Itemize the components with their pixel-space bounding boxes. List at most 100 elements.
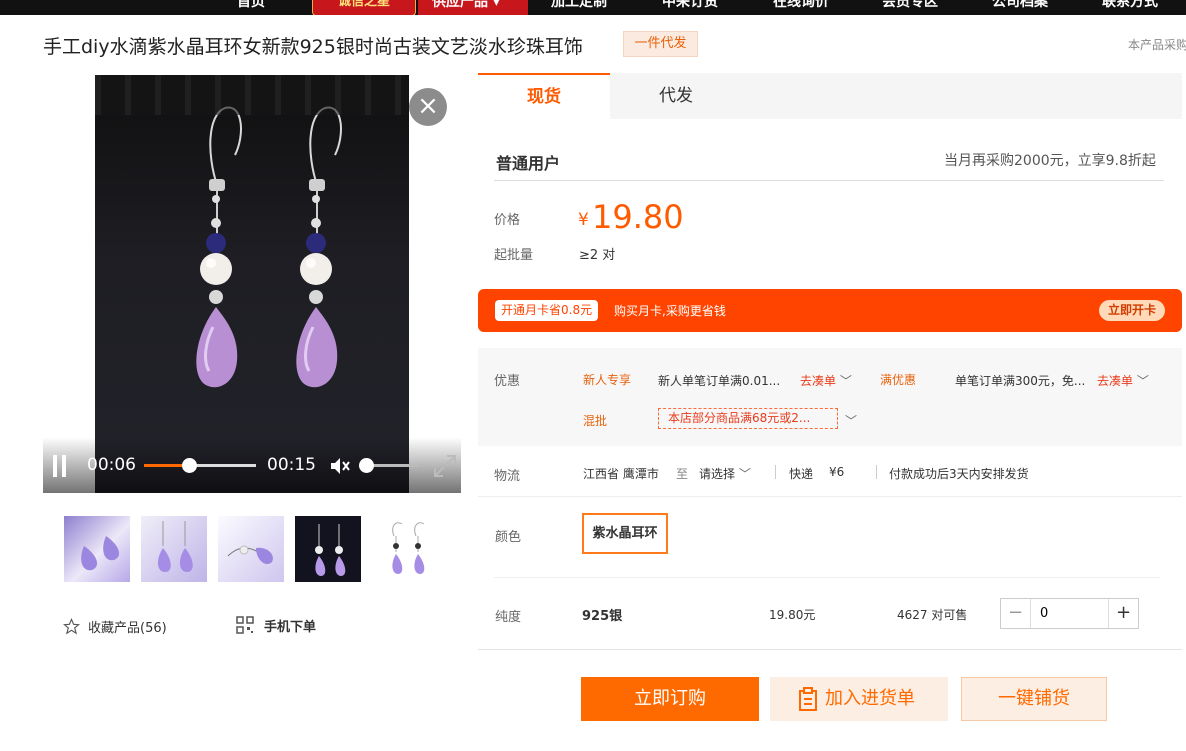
thumbnail-earring-graphic	[81, 536, 120, 571]
collect-product-button[interactable]: 收藏产品(56)	[63, 616, 167, 636]
duration: 00:15	[267, 455, 316, 475]
thumbnail-earring-graphic	[157, 521, 193, 572]
sku-stock: 4627 对可售	[897, 608, 968, 622]
chevron-down-icon[interactable]: ﹀	[845, 412, 857, 429]
open-card-button[interactable]: 立即开卡	[1099, 300, 1165, 321]
product-title: 手工diy水滴紫水晶耳环女新款925银时尚古装文艺淡水珍珠耳饰	[43, 36, 583, 58]
new-user-tag: 新人专享	[583, 373, 632, 387]
close-video-button[interactable]: ×	[409, 88, 447, 126]
go-add-items-label: 去凑单	[800, 374, 837, 388]
tab-dropship[interactable]: 代发	[610, 73, 742, 119]
add-to-cart-button[interactable]: 加入进货单	[770, 677, 948, 721]
thumbnail-2[interactable]	[141, 516, 207, 582]
thumbnail-earring-graphic	[392, 522, 425, 574]
go-add-items-link-2[interactable]: 去凑单 ﹀	[1097, 372, 1149, 389]
one-click-distribute-button[interactable]: 一键铺货	[961, 677, 1107, 721]
add-to-cart-label: 加入进货单	[825, 688, 915, 709]
buy-now-button[interactable]: 立即订购	[581, 677, 759, 721]
decrease-button[interactable]: −	[1001, 599, 1031, 628]
color-option-amethyst[interactable]: 紫水晶耳环	[582, 513, 668, 554]
volume-slider[interactable]	[359, 458, 418, 473]
moq-label: 起批量	[494, 248, 534, 263]
full-discount-text: 单笔订单满300元，免...	[955, 374, 1086, 388]
price-value: 19.80	[592, 198, 684, 236]
mixed-batch-tag: 混批	[583, 414, 608, 428]
color-label: 颜色	[495, 530, 522, 545]
monthly-card-banner: 开通月卡省0.8元 购买月卡,采购更省钱 立即开卡	[478, 289, 1182, 332]
mixed-batch-text: 本店部分商品满68元或2...	[658, 408, 838, 429]
quantity-stepper: − +	[1000, 598, 1139, 629]
collect-label: 收藏产品(56)	[88, 620, 167, 636]
go-add-items-label: 去凑单	[1097, 374, 1134, 388]
divider	[478, 649, 1182, 650]
pause-icon[interactable]	[53, 455, 67, 477]
price-label: 价格	[494, 213, 521, 228]
chevron-down-icon: ﹀	[839, 374, 852, 388]
nav-item-supply-label: 供应产品 ▾	[432, 0, 500, 10]
brand-badge: 诚信之星	[312, 0, 416, 15]
thumbnail-earring-graphic	[227, 545, 273, 565]
to-word: 至	[676, 467, 689, 481]
ship-time-note: 付款成功后3天内安排发货	[889, 467, 1029, 481]
current-time: 00:06	[87, 455, 136, 475]
purchase-note: 本产品采购	[1128, 38, 1186, 52]
mobile-order-label: 手机下单	[264, 619, 317, 635]
earrings-illustration	[196, 106, 342, 388]
nav-item-member[interactable]: 会员专区	[882, 0, 938, 11]
moq-value: ≥2 对	[579, 248, 616, 263]
product-photo	[95, 75, 409, 493]
new-user-text: 新人单笔订单满0.01...	[658, 374, 781, 388]
quantity-input[interactable]	[1032, 599, 1108, 628]
ship-from: 江西省 鹰潭市	[583, 467, 659, 481]
fullscreen-icon[interactable]	[433, 454, 457, 478]
background-lattice	[95, 75, 409, 115]
destination-select-label: 请选择	[699, 467, 736, 481]
purity-value: 925银	[582, 609, 623, 624]
nav-item-supply[interactable]: 供应产品 ▾	[418, 0, 528, 15]
shipping-fee: ¥6	[829, 465, 845, 479]
tab-in-stock[interactable]: 现货	[478, 73, 610, 119]
mobile-order-button[interactable]: 手机下单	[236, 615, 316, 635]
thumbnail-earring-graphic	[315, 524, 346, 576]
destination-select[interactable]: 请选择 ﹀	[699, 465, 751, 482]
clipboard-icon	[799, 687, 817, 711]
thumbnail-3[interactable]	[218, 516, 284, 582]
video-controls: 00:06 00:15	[43, 437, 461, 493]
top-nav: 首页 诚信之星 供应产品 ▾ 加工定制 中采订货 在线询价 会员专区 公司档案 …	[0, 0, 1186, 15]
thumbnail-5[interactable]	[372, 516, 438, 582]
discount-note: 当月再采购2000元，立享9.8折起	[944, 153, 1156, 169]
increase-button[interactable]: +	[1108, 599, 1138, 628]
express-label: 快递	[789, 467, 814, 481]
separator	[876, 465, 877, 479]
monthly-card-text: 购买月卡,采购更省钱	[614, 304, 726, 318]
chevron-down-icon: ﹀	[738, 467, 751, 481]
discount-panel	[478, 348, 1182, 446]
nav-item-company[interactable]: 公司档案	[992, 0, 1048, 11]
thumbnail-4[interactable]	[295, 516, 361, 582]
discount-label: 优惠	[494, 374, 521, 389]
divider	[478, 496, 1182, 497]
dropship-badge[interactable]: 一件代发	[623, 31, 698, 57]
nav-item-inquiry[interactable]: 在线询价	[773, 0, 829, 11]
divider	[494, 180, 1164, 181]
full-discount-tag: 满优惠	[880, 373, 917, 387]
progress-bar[interactable]	[144, 458, 256, 473]
thumbnail-1[interactable]	[64, 516, 130, 582]
go-add-items-link-1[interactable]: 去凑单 ﹀	[800, 372, 852, 389]
volume-handle[interactable]	[359, 458, 374, 473]
price-currency: ¥	[578, 210, 589, 230]
nav-item-custom[interactable]: 加工定制	[551, 0, 607, 11]
product-video[interactable]	[43, 75, 461, 493]
qr-code-icon	[236, 616, 254, 634]
monthly-card-tag: 开通月卡省0.8元	[495, 300, 599, 321]
mute-icon[interactable]	[329, 456, 351, 476]
chevron-down-icon: ﹀	[1136, 374, 1149, 388]
nav-item-order[interactable]: 中采订货	[662, 0, 718, 11]
divider	[494, 577, 1160, 578]
close-icon: ×	[417, 91, 439, 121]
progress-handle[interactable]	[181, 458, 197, 473]
nav-item-home[interactable]: 首页	[237, 0, 265, 11]
nav-item-contact[interactable]: 联系方式	[1102, 0, 1158, 11]
purchase-tabs: 现货 代发	[478, 73, 1182, 119]
user-type: 普通用户	[496, 154, 561, 173]
